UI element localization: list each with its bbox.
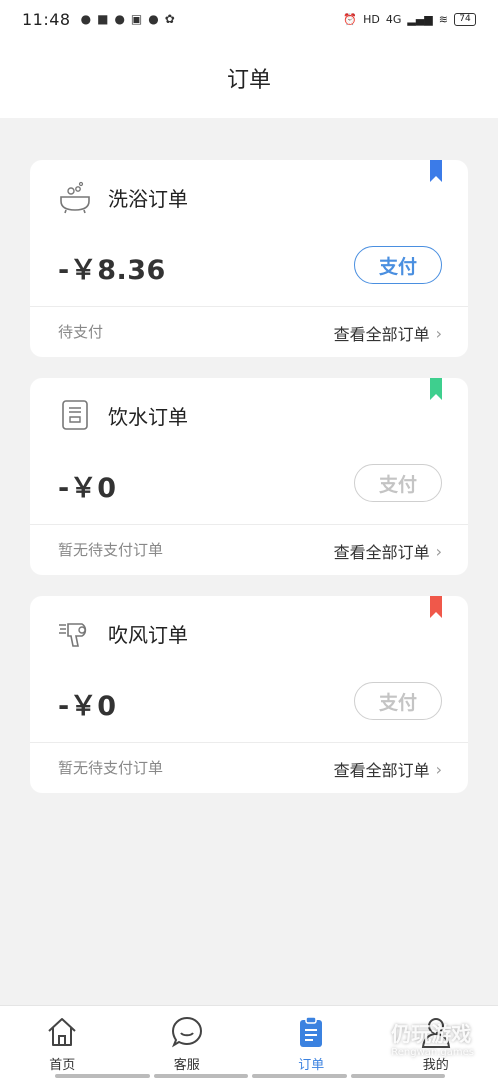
view-all-label: 查看全部订单 xyxy=(333,325,430,344)
chat-icon xyxy=(169,1014,205,1050)
signal-icon: ▂▄▆ xyxy=(407,12,433,26)
wifi-icon: ≋ xyxy=(438,12,448,26)
battery-icon: 74 xyxy=(454,12,476,26)
tab-customer-service[interactable]: 客服 xyxy=(125,1006,250,1080)
pay-button[interactable]: 支付 xyxy=(354,246,442,284)
order-status: 待支付 xyxy=(58,323,104,341)
order-amount: -￥0 xyxy=(58,473,117,504)
network-label: 4G xyxy=(385,12,402,26)
pay-button[interactable]: 支付 xyxy=(354,464,442,502)
home-indicator xyxy=(55,1074,445,1078)
order-card-header: 饮水订单 xyxy=(58,398,188,432)
hd-icon: HD xyxy=(363,12,380,26)
home-icon xyxy=(44,1014,80,1050)
bookmark-icon xyxy=(430,378,442,400)
view-all-orders-link[interactable]: 查看全部订单 › xyxy=(334,321,442,345)
order-card-title: 饮水订单 xyxy=(108,404,188,429)
pay-button[interactable]: 支付 xyxy=(354,682,442,720)
order-card-hair-dryer[interactable]: 吹风订单 -￥0 支付 暂无待支付订单 查看全部订单 › xyxy=(30,596,468,793)
order-status: 暂无待支付订单 xyxy=(58,759,164,777)
order-amount: -￥0 xyxy=(58,691,117,722)
chevron-right-icon: › xyxy=(435,541,442,561)
order-card-title: 洗浴订单 xyxy=(108,186,188,211)
bath-icon xyxy=(58,180,92,214)
clipboard-icon xyxy=(293,1014,329,1050)
hair-dryer-icon xyxy=(58,616,92,650)
notification-icon: ■ xyxy=(97,12,109,26)
view-all-orders-link[interactable]: 查看全部订单 › xyxy=(334,757,442,781)
view-all-orders-link[interactable]: 查看全部订单 › xyxy=(334,539,442,563)
water-dispenser-icon xyxy=(58,398,92,432)
divider xyxy=(30,742,468,743)
chevron-right-icon: › xyxy=(435,323,442,343)
alarm-icon: ⏰ xyxy=(343,12,358,26)
order-card-header: 洗浴订单 xyxy=(58,180,188,214)
notification-icon: ● xyxy=(148,12,159,26)
order-card-title: 吹风订单 xyxy=(108,622,188,647)
page-title: 订单 xyxy=(226,68,271,93)
watermark-text: 仍玩游戏 xyxy=(391,1022,472,1046)
bookmark-icon xyxy=(430,160,442,182)
view-all-label: 查看全部订单 xyxy=(333,761,430,780)
bookmark-icon xyxy=(430,596,442,618)
order-status: 暂无待支付订单 xyxy=(58,541,164,559)
order-amount: -￥8.36 xyxy=(58,255,166,286)
app-header: 订单 xyxy=(0,38,498,118)
tab-home[interactable]: 首页 xyxy=(0,1006,125,1080)
view-all-label: 查看全部订单 xyxy=(333,543,430,562)
notification-icons: ● ■ ● ▣ ● ✿ xyxy=(81,12,175,26)
tab-label: 首页 xyxy=(49,1057,76,1073)
tab-label: 订单 xyxy=(298,1057,325,1073)
notification-icon: ▣ xyxy=(130,12,143,26)
order-card-bath[interactable]: 洗浴订单 -￥8.36 支付 待支付 查看全部订单 › xyxy=(30,160,468,357)
tab-orders[interactable]: 订单 xyxy=(249,1006,374,1080)
system-icons: ⏰ HD 4G ▂▄▆ ≋ 74 xyxy=(343,12,476,26)
order-card-water[interactable]: 饮水订单 -￥0 支付 暂无待支付订单 查看全部订单 › xyxy=(30,378,468,575)
divider xyxy=(30,524,468,525)
order-card-header: 吹风订单 xyxy=(58,616,188,650)
divider xyxy=(30,306,468,307)
notification-icon: ● xyxy=(80,12,92,26)
tab-label: 客服 xyxy=(173,1057,200,1073)
watermark: 仍玩游戏 Rengwan.games xyxy=(391,1018,474,1058)
status-time: 11:48 xyxy=(22,9,71,29)
notification-icon: ● xyxy=(114,12,125,26)
status-bar: 11:48 ● ■ ● ▣ ● ✿ ⏰ HD 4G ▂▄▆ ≋ 74 xyxy=(0,0,498,38)
chevron-right-icon: › xyxy=(435,759,442,779)
watermark-subtext: Rengwan.games xyxy=(391,1047,474,1058)
notification-icon: ✿ xyxy=(164,12,175,26)
